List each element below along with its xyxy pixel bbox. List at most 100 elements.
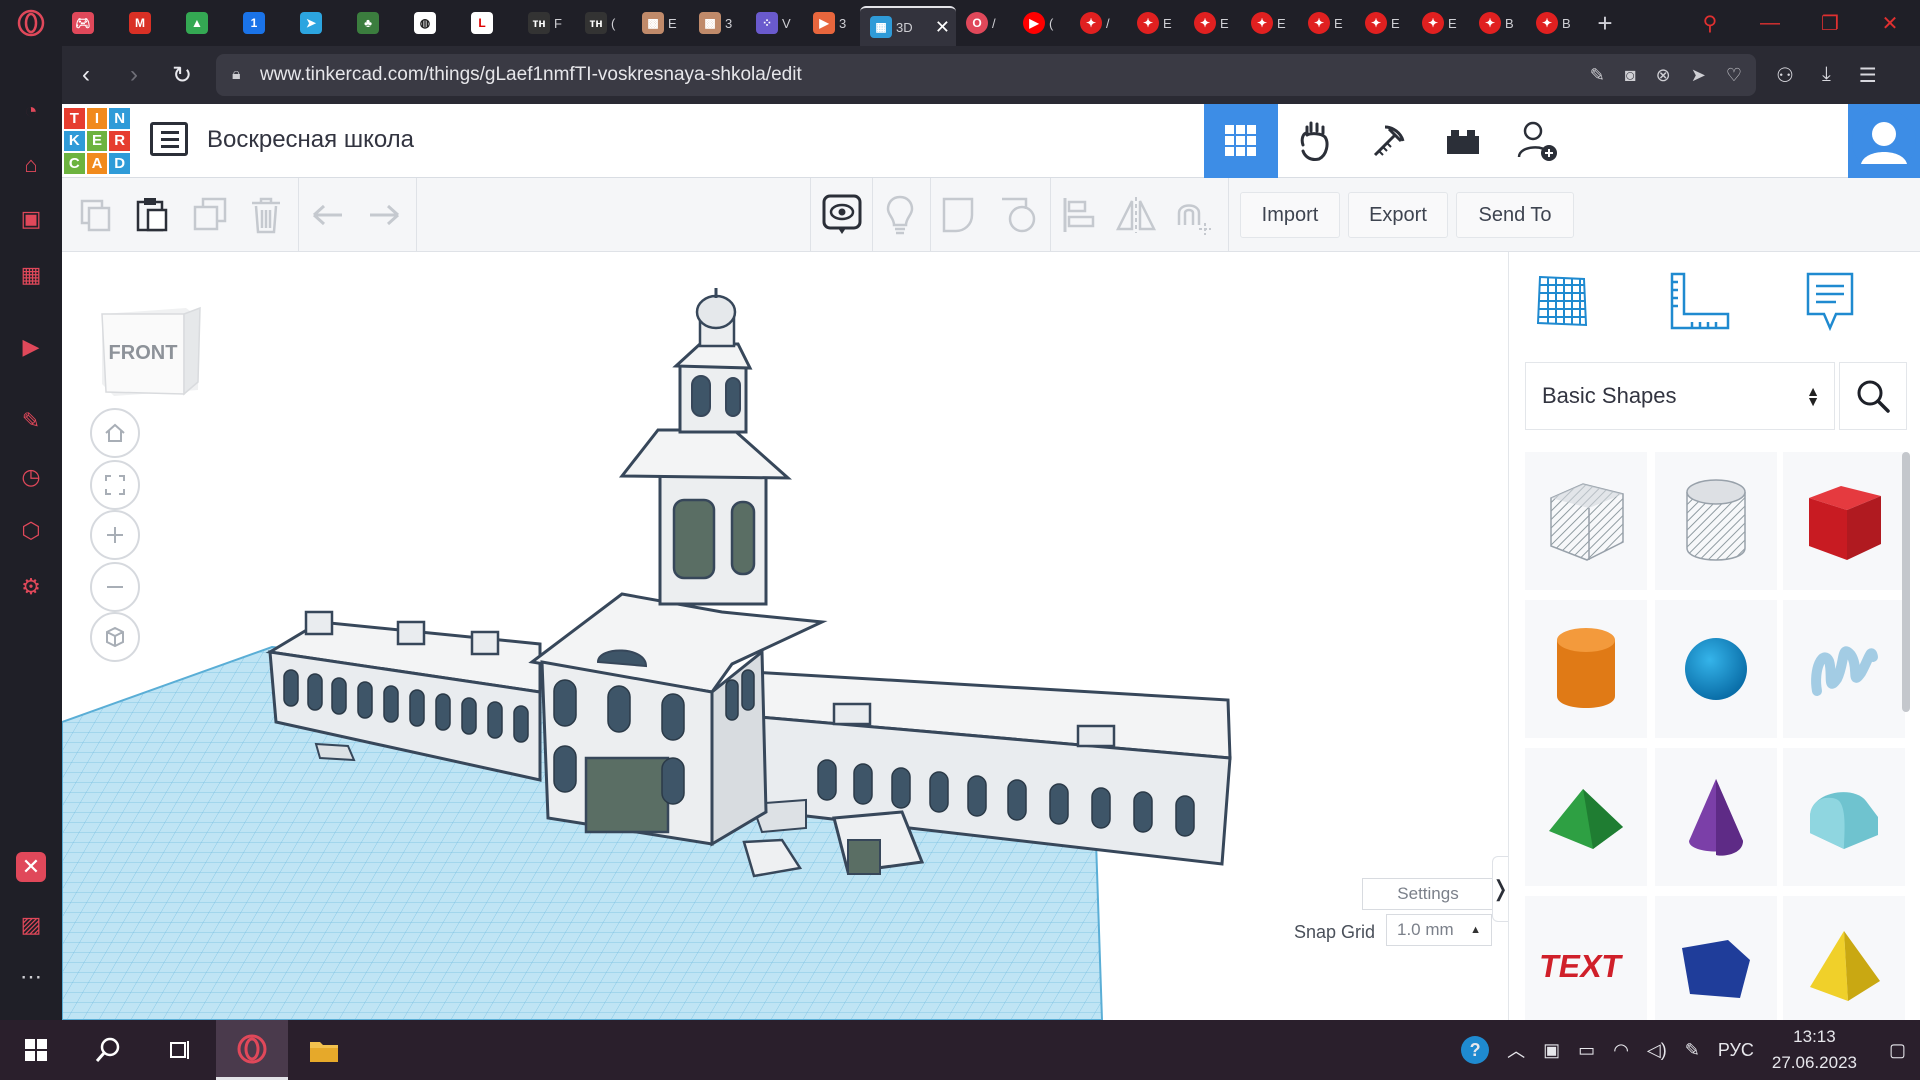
- view-cube[interactable]: FRONT: [98, 304, 202, 400]
- panel-collapse-toggle[interactable]: ❭: [1491, 856, 1508, 922]
- notifications-icon[interactable]: ▢: [1889, 1040, 1906, 1061]
- edit-icon[interactable]: ✎: [1590, 65, 1605, 86]
- bricks-button[interactable]: [1352, 104, 1426, 178]
- speed-dial-icon[interactable]: ◔: [16, 96, 46, 126]
- heart-icon[interactable]: ♡: [1726, 65, 1742, 86]
- tinkercad-logo[interactable]: T I N K E R C A D: [64, 108, 130, 174]
- undo-icon[interactable]: [306, 193, 350, 237]
- browser-tab[interactable]: 🎮︎: [62, 0, 119, 46]
- shape-polygon[interactable]: [1655, 896, 1777, 1020]
- ruler-tool-icon[interactable]: [1661, 266, 1735, 336]
- browser-tab[interactable]: тн F: [518, 0, 575, 46]
- home-view-icon[interactable]: [90, 408, 140, 458]
- clock[interactable]: 13:13 27.06.2023: [1772, 1024, 1857, 1076]
- shape-cylinder-hole[interactable]: [1655, 452, 1777, 590]
- design-title[interactable]: Воскресная школа: [207, 126, 414, 154]
- lego-button[interactable]: [1426, 104, 1500, 178]
- browser-tab[interactable]: O /: [956, 0, 1013, 46]
- snap-grid-select[interactable]: 1.0 mm ▲: [1386, 914, 1492, 946]
- task-view-icon[interactable]: [144, 1020, 216, 1080]
- wifi-icon[interactable]: ◠: [1613, 1040, 1629, 1061]
- shape-sphere[interactable]: [1655, 600, 1777, 738]
- browser-tab[interactable]: ▶ 3: [803, 0, 860, 46]
- pen-icon[interactable]: ✎: [1685, 1040, 1700, 1061]
- restore-icon[interactable]: ❐: [1800, 11, 1860, 36]
- search-tabs-icon[interactable]: ⚲: [1680, 11, 1740, 36]
- browser-tab[interactable]: ♣: [347, 0, 404, 46]
- volume-icon[interactable]: ◁): [1647, 1040, 1667, 1061]
- extensions-icon[interactable]: ⬡: [16, 516, 46, 546]
- browser-tab[interactable]: тн(: [575, 0, 632, 46]
- workplane-settings-button[interactable]: Settings: [1362, 878, 1494, 910]
- export-button[interactable]: Export: [1348, 192, 1448, 238]
- opera-taskbar-icon[interactable]: [216, 1020, 288, 1080]
- download-icon[interactable]: ⤓: [1822, 63, 1831, 88]
- settings-icon[interactable]: ⚙: [16, 572, 46, 602]
- forward-icon[interactable]: ›: [110, 61, 158, 89]
- browser-tab[interactable]: ➤: [290, 0, 347, 46]
- more-icon[interactable]: ⋯: [16, 962, 46, 992]
- browser-tab[interactable]: ✦ E: [1355, 0, 1412, 46]
- delete-icon[interactable]: [244, 193, 288, 237]
- browser-tab[interactable]: ✦ /: [1070, 0, 1127, 46]
- shape-pyramid[interactable]: [1783, 896, 1905, 1020]
- workplane-tool-icon[interactable]: [1525, 266, 1599, 336]
- workplane-canvas[interactable]: FRONT Settings Snap Grid 1.0 mm ▲ ❭: [62, 252, 1508, 1020]
- browser-tab[interactable]: ✦ E: [1127, 0, 1184, 46]
- browser-tab[interactable]: 1: [233, 0, 290, 46]
- pinned-app-icon[interactable]: ✕: [16, 852, 46, 882]
- reload-icon[interactable]: ↻: [158, 61, 206, 90]
- notes-toggle-icon[interactable]: [820, 193, 864, 237]
- group-icon[interactable]: [938, 193, 982, 237]
- browser-tab[interactable]: ⁘ V: [746, 0, 803, 46]
- camera-icon[interactable]: ◙: [1625, 65, 1636, 86]
- avatar[interactable]: [1848, 104, 1920, 178]
- duplicate-icon[interactable]: [188, 193, 232, 237]
- import-button[interactable]: Import: [1240, 192, 1340, 238]
- zoom-out-icon[interactable]: [90, 562, 140, 612]
- browser-tab[interactable]: ✦ E: [1241, 0, 1298, 46]
- new-tab-button[interactable]: +: [1583, 8, 1627, 39]
- minimize-icon[interactable]: —: [1740, 12, 1800, 35]
- help-icon[interactable]: ?: [1461, 1036, 1490, 1064]
- language-indicator[interactable]: РУС: [1718, 1040, 1754, 1061]
- browser-tab[interactable]: ▩ 3: [689, 0, 746, 46]
- adblock-icon[interactable]: ⊗: [1656, 65, 1671, 86]
- browser-tab[interactable]: ✦ B: [1469, 0, 1526, 46]
- mirror-icon[interactable]: [1114, 193, 1158, 237]
- shapes-scrollbar[interactable]: [1902, 452, 1910, 712]
- show-hidden-icons-icon[interactable]: ︿: [1507, 1037, 1525, 1063]
- cruise-magnet-icon[interactable]: [1172, 193, 1216, 237]
- send-to-button[interactable]: Send To: [1456, 192, 1574, 238]
- windows-start-icon[interactable]: [0, 1020, 72, 1080]
- light-bulb-icon[interactable]: [878, 193, 922, 237]
- 3d-design-view-button[interactable]: [1204, 104, 1278, 178]
- shape-library-select[interactable]: Basic Shapes ▲ ▼: [1525, 362, 1835, 430]
- fit-view-icon[interactable]: [90, 460, 140, 510]
- shape-box[interactable]: [1783, 452, 1905, 590]
- history-icon[interactable]: ◷: [16, 462, 46, 492]
- back-icon[interactable]: ‹: [62, 61, 110, 89]
- copy-icon[interactable]: [74, 193, 118, 237]
- twitch-icon[interactable]: ▣: [16, 204, 46, 234]
- close-window-icon[interactable]: ✕: [1860, 11, 1920, 36]
- search-icon[interactable]: [72, 1020, 144, 1080]
- shape-cylinder[interactable]: [1525, 600, 1647, 738]
- pin-board-icon[interactable]: ✎: [16, 406, 46, 436]
- redo-icon[interactable]: [362, 193, 406, 237]
- design-list-icon[interactable]: [150, 122, 188, 156]
- browser-tab[interactable]: L: [461, 0, 518, 46]
- profile-icon[interactable]: ⚇: [1776, 63, 1794, 88]
- align-icon[interactable]: [1056, 193, 1100, 237]
- url-field[interactable]: 🔒︎ www.tinkercad.com/things/gLaef1nmfTI-…: [216, 54, 1756, 96]
- shape-text[interactable]: TEXT: [1525, 896, 1647, 1020]
- gallery-icon[interactable]: ▨: [16, 910, 46, 940]
- battery-icon[interactable]: ▭: [1578, 1040, 1595, 1061]
- notes-tool-icon[interactable]: [1793, 266, 1867, 336]
- opera-menu-icon[interactable]: [0, 0, 62, 46]
- 3d-scene[interactable]: [62, 252, 1508, 1020]
- easy-setup-icon[interactable]: ☰: [1859, 63, 1877, 88]
- browser-tab[interactable]: M: [119, 0, 176, 46]
- ungroup-icon[interactable]: [996, 193, 1040, 237]
- browser-tab[interactable]: ✦ E: [1412, 0, 1469, 46]
